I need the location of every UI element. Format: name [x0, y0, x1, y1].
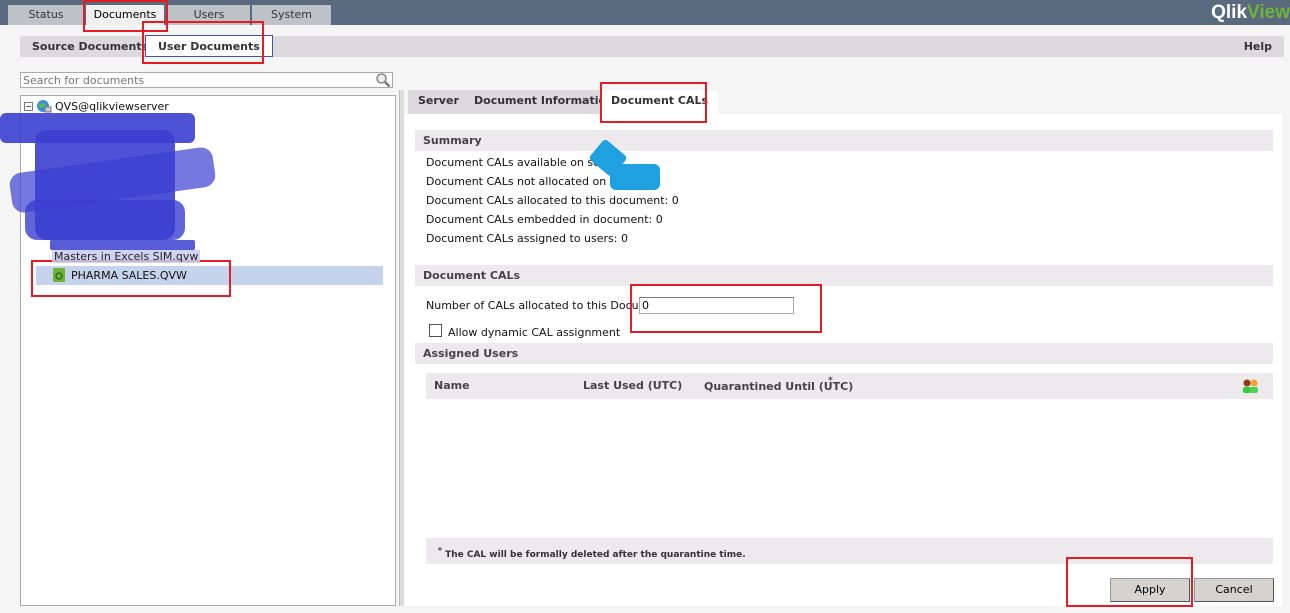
- search-input[interactable]: [20, 72, 393, 88]
- search-icon[interactable]: [375, 72, 391, 88]
- tab-source-documents[interactable]: Source Documents: [20, 36, 160, 57]
- dynamic-cal-checkbox[interactable]: [429, 324, 442, 337]
- top-bar: Status Documents Users System QlikView: [0, 0, 1290, 25]
- summary-header: Summary: [415, 130, 1273, 151]
- tree-item-pharma-sales[interactable]: PHARMA SALES.QVW: [36, 266, 383, 285]
- apply-button[interactable]: Apply: [1110, 578, 1190, 602]
- summary-allocated: Document CALs allocated to this document…: [426, 194, 679, 207]
- cancel-button[interactable]: Cancel: [1194, 578, 1274, 602]
- sub-tab-bar: Source Documents User Documents Help: [20, 35, 1284, 57]
- summary-assigned: Document CALs assigned to users: 0: [426, 232, 628, 245]
- tab-server[interactable]: Server: [408, 90, 469, 114]
- quarantine-footnote: * The CAL will be formally deleted after…: [426, 538, 1273, 564]
- panel-splitter[interactable]: [399, 90, 404, 606]
- tab-system[interactable]: System: [252, 5, 331, 25]
- tab-users[interactable]: Users: [168, 5, 250, 25]
- collapse-icon[interactable]: −: [24, 101, 33, 111]
- help-link[interactable]: Help: [1244, 36, 1272, 57]
- tab-status[interactable]: Status: [8, 5, 84, 25]
- col-last-used[interactable]: Last Used (UTC): [583, 379, 682, 392]
- document-cals-header: Document CALs: [415, 265, 1273, 286]
- manage-users-icon[interactable]: [1242, 378, 1260, 394]
- qvw-file-icon: [53, 268, 65, 282]
- cal-number-label: Number of CALs allocated to this Documen…: [426, 299, 672, 312]
- tab-documents[interactable]: Documents: [86, 5, 164, 25]
- detail-tab-strip: Server Document Information Document CAL…: [405, 90, 1282, 117]
- assigned-users-header: Assigned Users: [415, 343, 1273, 364]
- tree-item-label: PHARMA SALES.QVW: [71, 269, 187, 282]
- dynamic-cal-label: Allow dynamic CAL assignment: [448, 326, 621, 339]
- summary-embedded: Document CALs embedded in document: 0: [426, 213, 663, 226]
- cal-number-input[interactable]: [639, 297, 794, 314]
- detail-panel: Server Document Information Document CAL…: [405, 90, 1282, 606]
- server-globe-icon: [37, 100, 52, 113]
- tab-document-information[interactable]: Document Information: [464, 90, 624, 114]
- tree-root-label: QVS@qlikviewserver: [55, 99, 169, 113]
- col-name[interactable]: Name: [434, 379, 470, 392]
- col-asterisk: *: [828, 376, 833, 386]
- qlikview-logo: QlikView: [1211, 2, 1290, 23]
- tree-item-redacted[interactable]: Masters in Excels SIM.qvw: [52, 250, 201, 263]
- tab-user-documents[interactable]: User Documents: [145, 35, 273, 57]
- tree-root[interactable]: − QVS@qlikviewserver: [24, 99, 169, 113]
- users-table-header: Name Last Used (UTC) Quarantined Until (…: [426, 373, 1273, 399]
- tab-document-cals[interactable]: Document CALs: [601, 90, 719, 117]
